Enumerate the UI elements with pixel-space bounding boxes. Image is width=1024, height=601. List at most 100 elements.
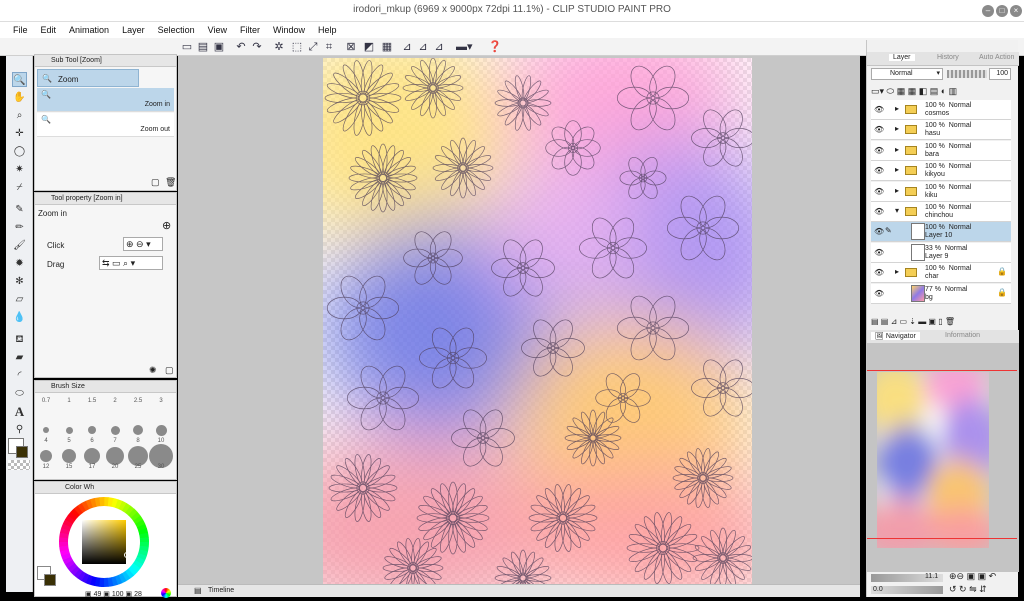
tab-history[interactable]: History [937,54,959,61]
undo-icon[interactable]: ↶ [234,40,248,54]
opacity-input[interactable]: 100 [989,68,1011,80]
eye-icon[interactable]: 👁 [874,166,884,175]
brush-size-dot[interactable] [65,426,73,434]
blend-mode-select[interactable]: Normal ▾ [871,68,943,80]
navigator-rotate-buttons[interactable]: ↺ ↻ ⇋ ⇵ [949,584,987,595]
minimize-button[interactable]: – [982,5,994,17]
menu-edit[interactable]: Edit [41,22,57,38]
save-icon[interactable]: ▣ [212,40,226,54]
selection-icon[interactable]: ▦ [380,40,394,54]
menu-filter[interactable]: Filter [240,22,260,38]
delete-subtool-icon[interactable]: 🗑 [165,177,176,188]
tab-auto-action[interactable]: Auto Action [979,54,1014,61]
menu-window[interactable]: Window [273,22,305,38]
chevron-right-icon[interactable]: ▸ [895,145,899,154]
invert-selection-icon[interactable]: ◩ [362,40,376,54]
airbrush-icon[interactable]: ✹ [12,256,27,271]
layer-row[interactable]: 👁 77 % Normal bg 🔒 [871,283,1011,304]
tab-information[interactable]: Information [945,332,980,339]
panel-menu-icon[interactable]: ▢ [165,365,174,376]
chevron-right-icon[interactable]: ▸ [895,267,899,276]
eyedropper-icon[interactable]: ⌿ [12,180,27,195]
ruler2-icon[interactable]: ⊿ [416,40,430,54]
subtool-zoom-in[interactable]: 🔍 Zoom in [37,88,174,112]
correct-line-icon[interactable]: ⚲ [12,422,27,437]
layer-row[interactable]: 👁 33 % Normal Layer 9 [871,242,1011,263]
gradient-icon[interactable]: ▰ [12,350,27,365]
scale-icon[interactable]: ⌗ [322,40,336,54]
ellipse-icon[interactable]: ⬭ [12,386,27,401]
new-canvas-icon[interactable]: ▭ [180,40,194,54]
menu-help[interactable]: Help [318,22,337,38]
layer-row[interactable]: 👁 ▸ 100 % Normal bara [871,140,1011,161]
opacity-slider[interactable] [947,70,987,78]
clear-icon[interactable]: ✲ [272,40,286,54]
layer-row[interactable]: 👁 ✎ 100 % Normal Layer 10 [871,222,1011,243]
window-mode-icon[interactable]: ▬▾ [456,40,473,54]
subtool-zoom-out[interactable]: 🔍 Zoom out [37,113,174,137]
transparent-color-swatch[interactable] [8,460,30,470]
deselect-icon[interactable]: ⊠ [344,40,358,54]
settings-icon[interactable]: ✺ [149,365,157,376]
sub-color-swatch[interactable] [16,446,28,458]
crop-icon[interactable]: ⬚ [290,40,304,54]
blend-icon[interactable]: 💧 [12,310,27,325]
pen-icon[interactable]: ✎ [12,202,27,217]
ruler3-icon[interactable]: ⊿ [432,40,446,54]
brush-size-dot[interactable] [128,446,148,466]
layer-row[interactable]: 👁 ▸ 100 % Normal cosmos [871,100,1011,120]
brush-size-dot[interactable] [88,426,96,434]
timeline-bar[interactable]: ▤ Timeline [178,584,860,597]
drag-mode-select[interactable]: ⇆ ▭ ⌕ ▾ [99,256,163,270]
eye-icon[interactable]: 👁 [874,289,884,298]
brush-size-dot[interactable] [62,449,76,463]
eye-icon[interactable]: 👁 [874,187,884,196]
brush-size-dot[interactable] [133,425,143,435]
eye-icon[interactable]: 👁 [874,125,884,134]
eye-icon[interactable]: 👁 [874,227,884,236]
menu-selection[interactable]: Selection [158,22,195,38]
figure-icon[interactable]: ◜ [12,368,27,383]
eye-icon[interactable]: 👁 [874,207,884,216]
brush-size-dot[interactable] [84,448,100,464]
eye-icon[interactable]: 👁 [874,268,884,277]
brush-size-dot[interactable] [110,425,120,435]
menu-file[interactable]: File [13,22,28,38]
chevron-right-icon[interactable]: ▸ [895,186,899,195]
move-icon[interactable]: ✛ [12,126,27,141]
pencil-icon[interactable]: ✏ [12,220,27,235]
copy-subtool-icon[interactable]: ▢ [151,177,160,188]
menu-animation[interactable]: Animation [69,22,109,38]
eye-icon[interactable]: 👁 [874,105,884,114]
eraser-icon[interactable]: ▱ [12,292,27,307]
eye-icon[interactable]: 👁 [874,248,884,257]
close-button[interactable]: × [1010,5,1022,17]
lock-icon[interactable]: 🔒 [997,288,1007,297]
zoom-property-icon[interactable]: ⊕ [162,219,171,232]
maximize-button[interactable]: □ [996,5,1008,17]
brush-size-dot[interactable] [40,450,52,462]
color-sub-swatch[interactable] [44,574,56,586]
help-icon[interactable]: ❓ [488,40,502,54]
decoration-icon[interactable]: ✻ [12,274,27,289]
lock-icon[interactable]: 🔒 [997,267,1007,276]
chevron-right-icon[interactable]: ▸ [895,104,899,113]
tab-layer[interactable]: Layer [889,54,915,61]
fill-icon[interactable]: ⛾ [12,332,27,347]
lasso-icon[interactable]: ◯ [12,144,27,159]
open-icon[interactable]: ▤ [196,40,210,54]
redo-icon[interactable]: ↷ [250,40,264,54]
layer-row[interactable]: 👁 ▸ 100 % Normal kiku [871,181,1011,202]
brush-size-dot[interactable] [155,424,167,436]
brush-size-dot[interactable] [43,427,49,433]
click-mode-select[interactable]: ⊕ ⊖ ▾ [123,237,163,251]
text-tool-icon[interactable]: A [12,404,27,419]
transform-icon[interactable]: ⤢ [306,40,320,54]
tab-navigator[interactable]: 🖼 Navigator [871,332,920,340]
chevron-right-icon[interactable]: ▸ [895,124,899,133]
eye-icon[interactable]: 👁 [874,146,884,155]
zoom-tool-icon[interactable]: 🔍 [12,72,27,87]
layer-row[interactable]: 👁 ▸ 100 % Normal char 🔒 [871,263,1011,284]
subtool-group-zoom[interactable]: 🔍 Zoom [37,69,139,87]
chevron-down-icon[interactable]: ▾ [895,206,899,215]
